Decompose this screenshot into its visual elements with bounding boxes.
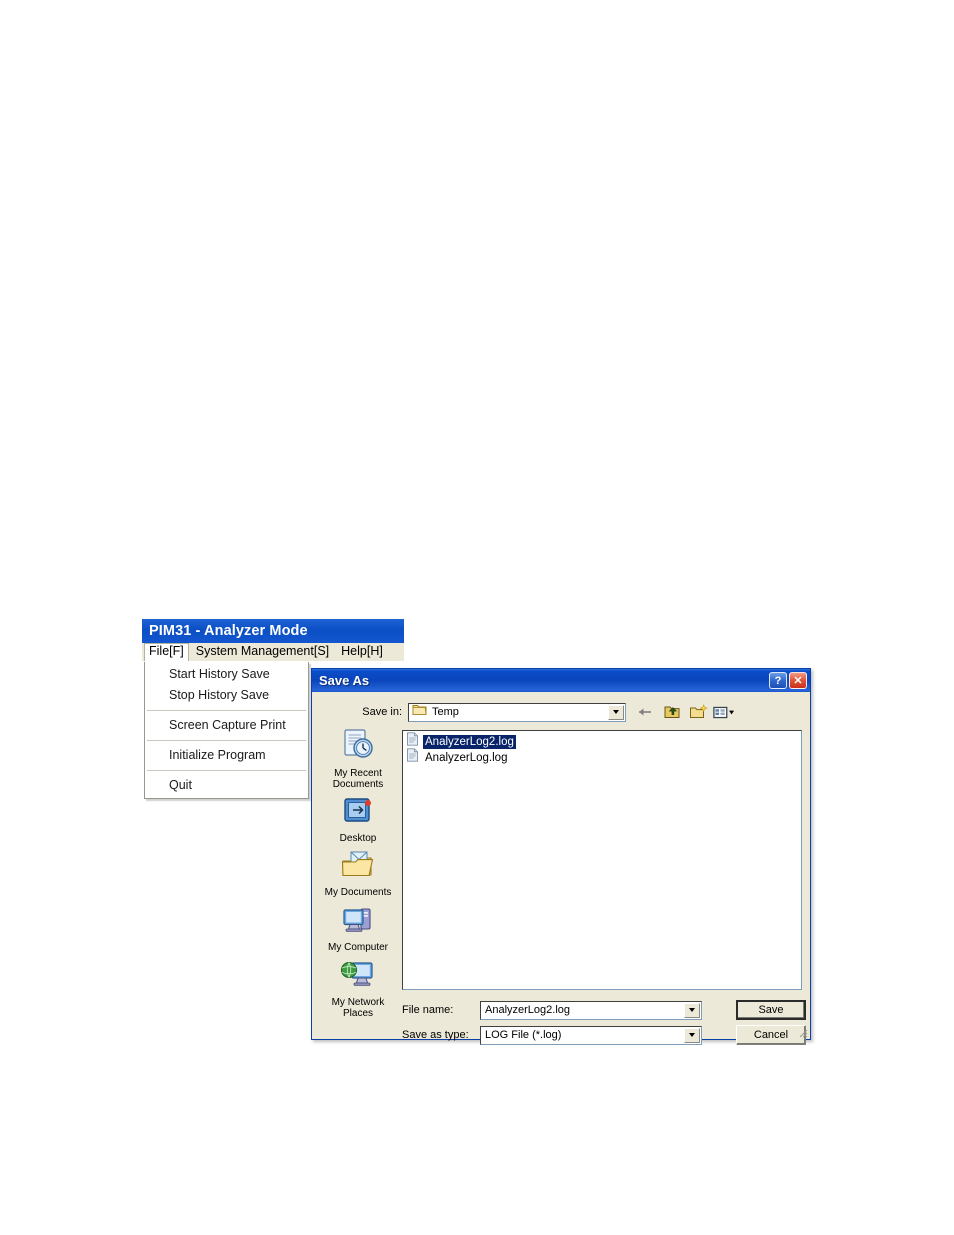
menu-option-screen-capture-print[interactable]: Screen Capture Print [145, 715, 308, 736]
dialog-toolbar [635, 702, 735, 722]
save-in-row: Save in: Temp [312, 701, 810, 723]
help-button[interactable]: ? [769, 672, 787, 689]
menu-option-start-history-save[interactable]: Start History Save [145, 664, 308, 685]
place-my-recent-documents[interactable]: My Recent Documents [316, 728, 400, 790]
resize-grip[interactable] [796, 1025, 808, 1038]
places-bar: My Recent Documents Desktop My Documents… [316, 728, 400, 1028]
save-in-value: Temp [432, 706, 459, 718]
save-button[interactable]: Save [736, 1000, 806, 1020]
menu-item-help[interactable]: Help[H] [336, 643, 388, 661]
save-in-combobox[interactable]: Temp [408, 702, 626, 722]
save-as-type-value: LOG File (*.log) [485, 1029, 562, 1041]
menu-separator [147, 770, 306, 771]
place-label: Desktop [339, 833, 377, 844]
create-new-folder-icon[interactable] [687, 702, 709, 722]
file-name-label: AnalyzerLog.log [425, 751, 508, 764]
file-name-label: AnalyzerLog2.log [423, 734, 516, 749]
back-icon[interactable] [635, 702, 657, 722]
file-name-value: AnalyzerLog2.log [485, 1004, 571, 1016]
save-as-type-select[interactable]: LOG File (*.log) [480, 1025, 702, 1045]
menu-option-quit[interactable]: Quit [145, 775, 308, 796]
network-places-icon [340, 959, 376, 995]
place-my-computer[interactable]: My Computer [316, 904, 400, 953]
close-button[interactable]: ✕ [789, 672, 807, 689]
folder-icon [412, 703, 427, 721]
dialog-title: Save As [319, 673, 370, 688]
file-list[interactable]: AnalyzerLog2.log AnalyzerLog.log [402, 730, 802, 990]
log-file-icon [406, 748, 419, 767]
menu-separator [147, 710, 306, 711]
place-my-documents[interactable]: My Documents [316, 850, 400, 898]
pim31-title-text: PIM31 - Analyzer Mode [149, 623, 308, 639]
my-computer-icon [341, 904, 375, 940]
file-name-input[interactable]: AnalyzerLog2.log [480, 1000, 702, 1020]
pim31-window: PIM31 - Analyzer Mode File[F] System Man… [142, 619, 404, 799]
place-desktop[interactable]: Desktop [316, 796, 400, 844]
place-my-network-places[interactable]: My Network Places [316, 959, 400, 1019]
chevron-down-icon[interactable] [684, 1002, 700, 1018]
up-one-level-icon[interactable] [661, 702, 683, 722]
my-documents-icon [340, 850, 376, 885]
file-name-row: File name: AnalyzerLog2.log [402, 1000, 702, 1020]
chevron-down-icon[interactable] [608, 704, 624, 720]
save-as-type-row: Save as type: LOG File (*.log) [402, 1025, 702, 1045]
file-menu-dropdown: Start History Save Stop History Save Scr… [144, 662, 309, 799]
place-label: My Computer [327, 942, 388, 953]
pim31-menubar: File[F] System Management[S] Help[H] [142, 643, 404, 662]
desktop-icon [342, 796, 374, 831]
save-as-dialog: Save As ? ✕ Save in: Temp My Recent Docu… [311, 668, 811, 1045]
file-list-item[interactable]: AnalyzerLog2.log [406, 732, 801, 749]
menu-option-stop-history-save[interactable]: Stop History Save [145, 685, 308, 706]
pim31-titlebar: PIM31 - Analyzer Mode [142, 619, 404, 643]
recent-documents-icon [340, 728, 377, 766]
dialog-titlebar[interactable]: Save As ? ✕ [312, 669, 810, 692]
chevron-down-icon[interactable] [684, 1027, 700, 1043]
place-label: My Recent Documents [332, 768, 384, 790]
dialog-body: Save in: Temp My Recent Documents Deskto… [312, 692, 810, 1045]
save-in-label: Save in: [362, 706, 402, 718]
views-icon[interactable] [713, 702, 735, 722]
menu-item-system-management[interactable]: System Management[S] [191, 643, 334, 661]
save-as-type-label-text: Save as type: [402, 1029, 469, 1041]
file-list-item[interactable]: AnalyzerLog.log [406, 748, 801, 767]
place-label: My Network Places [331, 997, 385, 1019]
place-label: My Documents [324, 887, 392, 898]
menu-separator [147, 740, 306, 741]
file-name-label-text: File name: [402, 1004, 454, 1016]
menu-option-initialize-program[interactable]: Initialize Program [145, 745, 308, 766]
menu-item-file[interactable]: File[F] [144, 643, 189, 661]
